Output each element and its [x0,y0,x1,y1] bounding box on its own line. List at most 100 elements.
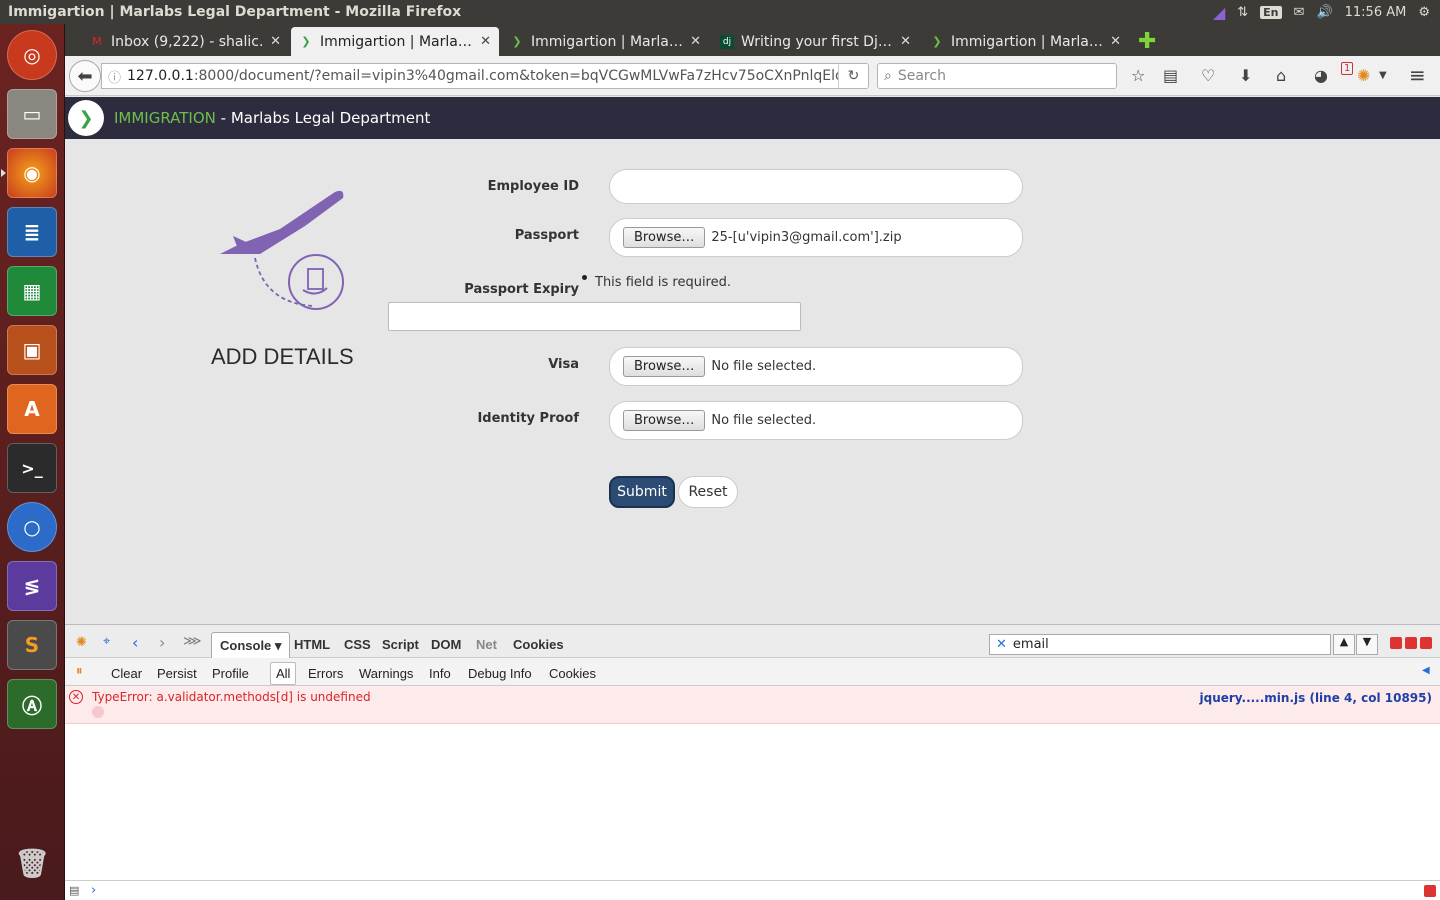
bookmark-star-icon[interactable]: ☆ [1131,66,1145,85]
network-icon[interactable]: ⇅ [1237,5,1248,20]
app-favicon-icon: ❯ [932,35,942,48]
inspect-element-icon[interactable]: ⌖ [103,634,110,649]
close-icon[interactable]: ✕ [690,34,701,49]
visual-studio-icon[interactable]: ◢ [1213,3,1225,22]
filter-info[interactable]: Info [429,666,451,681]
firebug-bug-icon[interactable]: ✺ [76,635,87,650]
devtools-tab-script[interactable]: Script [382,637,419,652]
filter-debug-info[interactable]: Debug Info [468,666,532,681]
clock[interactable]: 11:56 AM [1345,5,1407,20]
passport-file-input[interactable]: Browse… 25-[u'vipin3@gmail.com'].zip [609,218,1023,257]
tab-inbox[interactable]: M Inbox (9,222) - shalic… ✕ [82,27,289,56]
passport-browse-button[interactable]: Browse… [623,227,706,248]
ubuntu-dash-icon[interactable]: ◎ [7,30,57,80]
devtools-search-input[interactable]: ✕ email [989,634,1331,655]
back-arrow-icon[interactable]: ⬅ [69,60,101,92]
expand-panel-icon[interactable]: ◀ [1422,665,1430,676]
passport-expiry-input[interactable] [388,302,801,331]
close-icon[interactable]: ✕ [1110,34,1121,49]
close-panel-icon[interactable] [1420,637,1432,649]
files-icon[interactable]: ▭ [7,89,57,139]
error-count-icon[interactable] [1424,885,1436,897]
close-icon[interactable]: ✕ [900,34,911,49]
devtools-tab-net[interactable]: Net [476,637,497,652]
devtools-tab-css[interactable]: CSS [344,637,371,652]
tab-django-tutorial[interactable]: dj Writing your first Dj… ✕ [712,27,919,56]
filter-cookies[interactable]: Cookies [549,666,596,681]
calc-icon[interactable]: ▦ [7,266,57,316]
app-logo-icon[interactable]: ❯ [68,100,104,136]
notification-badge[interactable]: 1 [1341,62,1354,75]
pocket-icon[interactable]: ♡ [1201,66,1215,85]
error-source-link[interactable]: jquery.....min.js (line 4, col 10895) [1199,691,1432,705]
detach-panel-icon[interactable] [1405,637,1417,649]
console-filter-bar: ⏸ Clear Persist Profile All Errors Warni… [65,658,1440,686]
chromium-icon[interactable]: ○ [7,502,57,552]
home-icon[interactable]: ⌂ [1276,66,1286,85]
reading-list-icon[interactable]: ▤ [1163,66,1178,85]
break-on-errors-icon[interactable]: ⏸ [76,664,83,679]
software-center-icon[interactable]: A [7,384,57,434]
reload-icon[interactable]: ↻ [838,64,868,88]
chat-icon[interactable]: ◕ [1314,66,1328,85]
tab-immigration-2[interactable]: ❯ Immigartion | Marla… ✕ [502,27,709,56]
devtools-tab-cookies[interactable]: Cookies [513,637,564,652]
forward-chevron-icon[interactable]: › [159,633,165,652]
visa-browse-button[interactable]: Browse… [623,356,706,377]
visa-file-input[interactable]: Browse… No file selected. [609,347,1023,386]
filter-all[interactable]: All [270,662,297,685]
url-path: :8000/document/?email=vipin3%40gmail.com… [193,68,849,84]
filter-persist[interactable]: Persist [157,666,197,681]
new-tab-plus-icon[interactable]: ✚ [1138,29,1156,54]
sublime-text-icon[interactable]: S [7,620,57,670]
search-up-icon[interactable]: ▲ [1333,634,1355,655]
impress-icon[interactable]: ▣ [7,325,57,375]
passport-file-name: 25-[u'vipin3@gmail.com'].zip [711,230,902,245]
devtools-tab-html[interactable]: HTML [294,637,330,652]
firebug-icon[interactable]: ✺ [1357,66,1370,85]
filter-warnings[interactable]: Warnings [359,666,413,681]
close-icon[interactable]: ✕ [480,34,491,49]
minimize-panel-icon[interactable] [1390,637,1402,649]
visual-studio-code-icon[interactable]: ≶ [7,561,57,611]
devtools-tab-console[interactable]: Console ▾ [211,632,291,659]
filter-clear[interactable]: Clear [111,666,142,681]
search-input[interactable]: ⌕ Search [877,63,1117,89]
identity-proof-file-input[interactable]: Browse… No file selected. [609,401,1023,440]
settings-gear-icon[interactable]: ⚙ [1418,5,1430,20]
reset-button[interactable]: Reset [678,476,738,508]
search-down-icon[interactable]: ▼ [1356,634,1378,655]
submit-button[interactable]: Submit [609,476,675,508]
download-arrow-icon[interactable]: ⬇ [1239,66,1252,85]
writer-icon[interactable]: ≣ [7,207,57,257]
hamburger-menu-icon[interactable]: ≡ [1409,63,1426,87]
tab-immigration-active[interactable]: ❯ Immigartion | Marla… ✕ [291,27,499,56]
app-brand[interactable]: IMMIGRATION - Marlabs Legal Department [114,109,430,127]
employee-id-input[interactable] [609,169,1023,204]
console-command-line[interactable]: ▤ › [65,880,1440,900]
software-updater-icon[interactable]: Ⓐ [7,679,57,729]
url-bar[interactable]: ⓘ 127.0.0.1:8000/document/?email=vipin3%… [101,63,869,89]
console-error-row[interactable]: ✕ TypeError: a.validator.methods[d] is u… [65,686,1440,724]
filter-profile[interactable]: Profile [212,666,249,681]
terminal-icon[interactable]: >_ [7,443,57,493]
devtools-tab-dom[interactable]: DOM [431,637,461,652]
close-icon[interactable]: ✕ [270,34,281,49]
tab-immigration-3[interactable]: ❯ Immigartion | Marla… ✕ [922,27,1129,56]
trash-icon[interactable]: 🗑 [7,838,57,888]
mail-icon[interactable]: ✉ [1294,5,1305,20]
console-options-icon[interactable]: ▤ [69,884,79,897]
clear-search-icon[interactable]: ✕ [996,637,1007,652]
site-info-icon[interactable]: ⓘ [108,67,121,86]
firefox-icon[interactable]: ◉ [1,148,57,198]
browser-tab-strip: M Inbox (9,222) - shalic… ✕ ❯ Immigartio… [65,24,1440,56]
volume-icon[interactable]: 🔊 [1316,5,1332,20]
error-stack-toggle-icon[interactable] [92,706,104,718]
keyboard-indicator[interactable]: En [1260,5,1282,19]
identity-browse-button[interactable]: Browse… [623,410,706,431]
dropdown-arrow-icon[interactable]: ▼ [1379,70,1387,81]
command-line-toggle-icon[interactable]: ⋙ [183,634,202,649]
back-chevron-icon[interactable]: ‹ [132,633,138,652]
error-message: TypeError: a.validator.methods[d] is und… [92,690,371,704]
filter-errors[interactable]: Errors [308,666,343,681]
